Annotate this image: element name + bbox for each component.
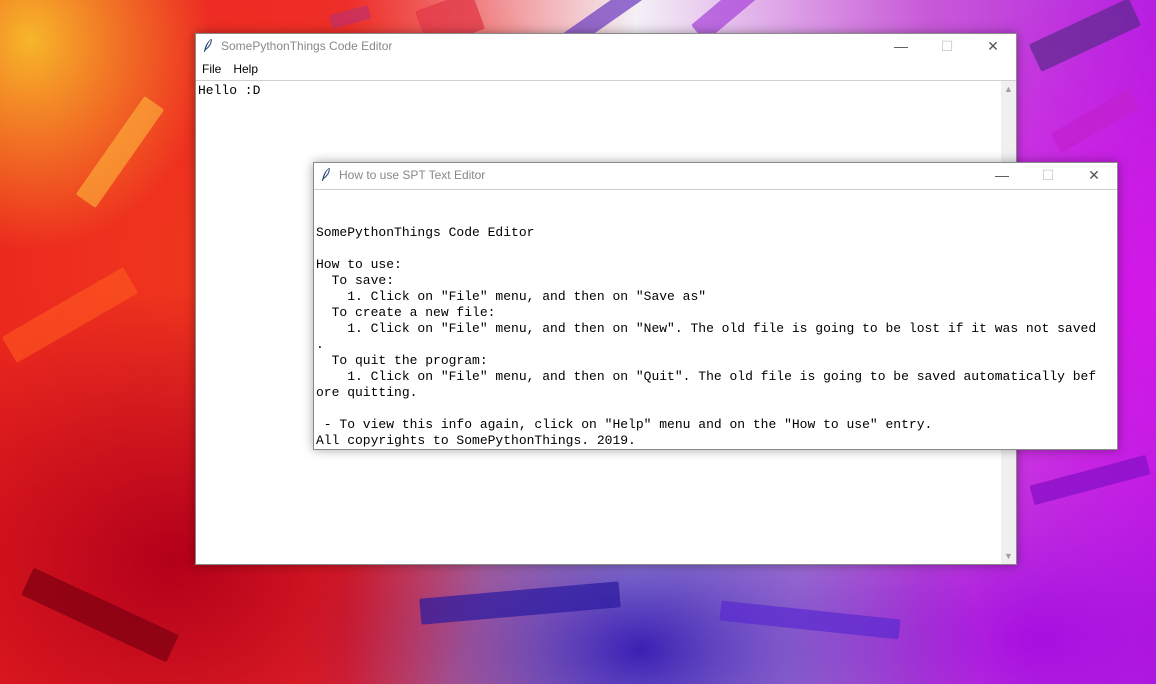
scroll-up-icon[interactable]: ▲ [1001,81,1016,97]
maximize-button[interactable]: ☐ [1025,163,1071,187]
help-line: To create a new file: [316,305,496,320]
help-line: ​ [316,241,1117,257]
help-line: To quit the program: [316,353,488,368]
scroll-down-icon[interactable]: ▼ [1001,548,1016,564]
minimize-button[interactable]: — [878,34,924,58]
window-title: How to use SPT Text Editor [339,168,486,182]
help-text: SomePythonThings Code Editor​How to use:… [314,190,1117,481]
help-line: SomePythonThings Code Editor [316,225,535,240]
close-button[interactable]: ✕ [970,34,1016,58]
minimize-button[interactable]: — [979,163,1025,187]
window-title: SomePythonThings Code Editor [221,39,393,53]
menu-bar: File Help [196,58,1016,81]
help-line: ore quitting. [316,385,418,400]
close-button[interactable]: ✕ [1071,163,1117,187]
help-line: 1. Click on "File" menu, and then on "Qu… [316,369,1097,384]
help-line: All copyrights to SomePythonThings. 2019… [316,433,636,448]
help-window: How to use SPT Text Editor — ☐ ✕ SomePyt… [313,162,1118,450]
help-line: 1. Click on "File" menu, and then on "Sa… [316,289,707,304]
help-line: How to use: [316,257,402,272]
help-content: SomePythonThings Code Editor​How to use:… [314,189,1117,450]
help-line: - To view this info again, click on "Hel… [316,417,933,432]
help-line: ​ [316,401,1117,417]
menu-help[interactable]: Help [227,58,264,80]
menu-file[interactable]: File [196,58,227,80]
editor-text: Hello :D [198,83,261,98]
help-line: . [316,337,324,352]
help-title-bar[interactable]: How to use SPT Text Editor — ☐ ✕ [314,163,1117,187]
feather-icon [200,38,216,54]
help-line: To save: [316,273,395,288]
maximize-button[interactable]: ☐ [924,34,970,58]
help-line: 1. Click on "File" menu, and then on "Ne… [316,321,1097,336]
feather-icon [318,167,334,183]
main-title-bar[interactable]: SomePythonThings Code Editor — ☐ ✕ [196,34,1016,58]
